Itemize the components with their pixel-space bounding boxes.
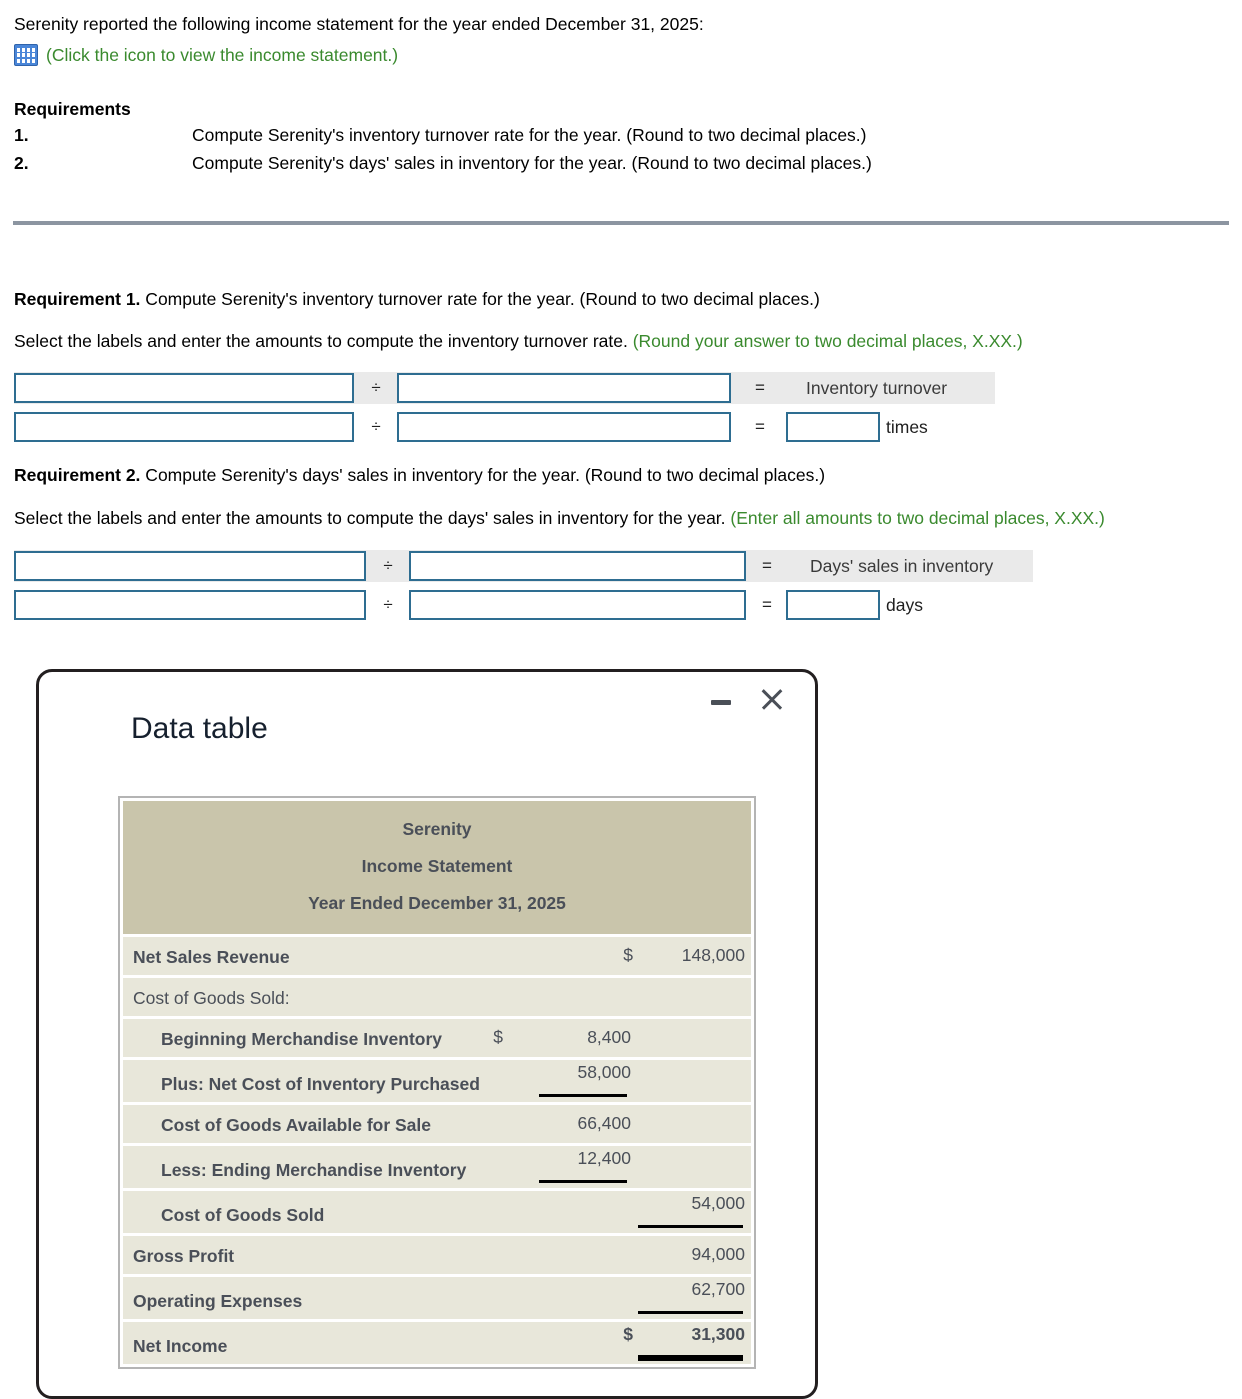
requirement-2-instruction: Select the labels and enter the amounts … — [14, 508, 731, 528]
r1-denominator-label-input[interactable] — [397, 373, 731, 403]
row-label: Operating Expenses — [133, 1291, 303, 1311]
total-underline — [638, 1311, 743, 1314]
requirement-1-instruction: Select the labels and enter the amounts … — [14, 331, 633, 351]
row-amount: 54,000 — [691, 1193, 745, 1213]
requirement-2-label: Requirement 2. — [14, 465, 141, 485]
row-label: Net Income — [133, 1336, 228, 1356]
r1-unit-label: times — [886, 417, 928, 437]
r2-result-label: Days' sales in inventory — [810, 556, 994, 576]
table-row: Less: Ending Merchandise Inventory 12,400 — [123, 1146, 751, 1188]
requirement-text-1: Compute Serenity's inventory turnover ra… — [192, 125, 867, 145]
r2-equals-row2: = — [762, 595, 772, 614]
table-row: Beginning Merchandise Inventory 8,400 $ — [123, 1019, 751, 1057]
requirement-2-instruction-row: Select the labels and enter the amounts … — [14, 508, 1105, 529]
company-name: Serenity — [402, 819, 472, 839]
dialog-title: Data table — [131, 712, 268, 745]
row-label: Less: Ending Merchandise Inventory — [161, 1160, 467, 1180]
requirement-list-item-2: 2. Compute Serenity's days' sales in inve… — [14, 153, 872, 174]
row-amount: 94,000 — [691, 1244, 745, 1264]
r2-denominator-label-input[interactable] — [409, 551, 746, 581]
data-table-dialog: Data table Serenity Income Statement Yea… — [36, 669, 818, 1399]
close-icon[interactable] — [759, 686, 785, 712]
income-statement-table: Serenity Income Statement Year Ended Dec… — [118, 796, 756, 1369]
table-row: Cost of Goods Sold 54,000 — [123, 1191, 751, 1233]
requirement-1-hint: (Round your answer to two decimal places… — [632, 331, 1023, 351]
total-underline — [638, 1355, 743, 1361]
requirement-2-question: Compute Serenity's days' sales in invent… — [140, 465, 826, 485]
income-statement-link-row[interactable]: (Click the icon to view the income state… — [14, 44, 398, 66]
table-row: Gross Profit 94,000 — [123, 1236, 751, 1274]
r2-operator-row1: ÷ — [383, 556, 393, 575]
row-label: Beginning Merchandise Inventory — [161, 1029, 443, 1049]
requirement-1-question: Compute Serenity's inventory turnover ra… — [140, 289, 820, 309]
r1-numerator-label-input[interactable] — [14, 373, 354, 403]
r2-equals-row1: = — [762, 556, 772, 575]
r1-denominator-value-input[interactable] — [397, 412, 731, 442]
minimize-icon[interactable] — [711, 700, 731, 705]
row-label: Cost of Goods Sold: — [133, 988, 290, 1008]
row-label: Net Sales Revenue — [133, 947, 290, 967]
r2-operator-row2: ÷ — [383, 595, 393, 614]
currency-symbol: $ — [493, 1027, 503, 1047]
row-amount: 31,300 — [691, 1324, 745, 1344]
requirements-heading: Requirements — [14, 99, 131, 119]
r2-answer-input[interactable] — [786, 590, 880, 620]
table-row: Net Sales Revenue 148,000 $ — [123, 937, 751, 975]
currency-symbol: $ — [623, 945, 633, 965]
table-row: Operating Expenses 62,700 — [123, 1277, 751, 1319]
row-amount: 66,400 — [577, 1113, 631, 1133]
r1-result-label: Inventory turnover — [806, 378, 948, 398]
table-row: Net Income 31,300 $ — [123, 1322, 751, 1364]
r2-unit-label: days — [886, 595, 923, 615]
r1-operator-row1: ÷ — [371, 378, 381, 397]
row-amount: 148,000 — [681, 945, 745, 965]
requirement-2-hint: (Enter all amounts to two decimal places… — [730, 508, 1105, 528]
statement-period: Year Ended December 31, 2025 — [308, 893, 566, 913]
requirement-1-title: Requirement 1. Compute Serenity's invent… — [14, 289, 820, 310]
r1-equals-row2: = — [755, 417, 765, 436]
row-amount: 62,700 — [691, 1279, 745, 1299]
currency-symbol: $ — [623, 1324, 633, 1344]
table-row: Plus: Net Cost of Inventory Purchased 58,… — [123, 1060, 751, 1102]
row-amount: 58,000 — [577, 1062, 631, 1082]
r1-equals-row1: = — [755, 378, 765, 397]
r2-numerator-value-input[interactable] — [14, 590, 366, 620]
row-amount: 12,400 — [577, 1148, 631, 1168]
requirement-number-1: 1. — [14, 125, 29, 145]
section-divider — [13, 221, 1229, 225]
requirement-text-2: Compute Serenity's days' sales in invent… — [192, 153, 872, 173]
r1-answer-input[interactable] — [786, 412, 880, 442]
row-label: Gross Profit — [133, 1246, 235, 1266]
total-underline — [539, 1180, 627, 1183]
income-statement-rows: Net Sales Revenue 148,000 $ Cost of Goods S… — [123, 937, 751, 1364]
click-icon-link-text[interactable]: (Click the icon to view the income state… — [46, 45, 398, 66]
requirement-1-label: Requirement 1. — [14, 289, 141, 309]
requirement-number-2: 2. — [14, 153, 29, 173]
requirement-list-item-1: 1. Compute Serenity's inventory turnover … — [14, 125, 867, 146]
total-underline — [539, 1094, 627, 1097]
r2-numerator-label-input[interactable] — [14, 551, 366, 581]
requirement-1-instruction-row: Select the labels and enter the amounts … — [14, 331, 1023, 352]
total-underline — [638, 1225, 743, 1228]
table-grid-icon[interactable] — [14, 44, 38, 66]
r1-operator-row2: ÷ — [371, 417, 381, 436]
income-statement-header: Serenity Income Statement Year Ended Dec… — [123, 801, 751, 934]
r2-denominator-value-input[interactable] — [409, 590, 746, 620]
row-label: Cost of Goods Sold — [161, 1205, 325, 1225]
table-row: Cost of Goods Available for Sale 66,400 — [123, 1105, 751, 1143]
table-row: Cost of Goods Sold: — [123, 978, 751, 1016]
statement-name: Income Statement — [361, 856, 513, 876]
intro-statement: Serenity reported the following income s… — [14, 14, 704, 34]
requirement-2-title: Requirement 2. Compute Serenity's days' … — [14, 465, 825, 486]
r1-numerator-value-input[interactable] — [14, 412, 354, 442]
row-label: Plus: Net Cost of Inventory Purchased — [161, 1074, 480, 1094]
row-label: Cost of Goods Available for Sale — [161, 1115, 432, 1135]
